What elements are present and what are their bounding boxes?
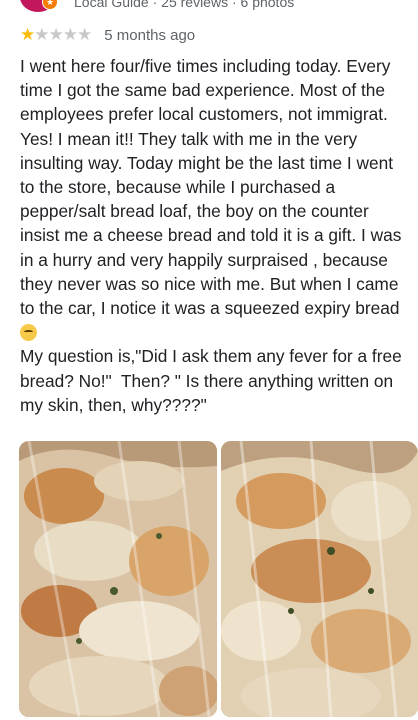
bread-photo-2-image — [221, 441, 418, 717]
review-body: I went here four/five times including to… — [20, 56, 407, 319]
bread-photo-1-image — [19, 441, 217, 717]
bread-photo-2[interactable] — [221, 441, 418, 717]
review-photos — [19, 441, 418, 720]
rating-row: ★ ★ ★ ★ ★ 5 months ago — [20, 24, 195, 46]
star-badge-icon: ★ — [42, 0, 58, 10]
review-time: 5 months ago — [104, 26, 196, 44]
bread-photo-1[interactable] — [19, 441, 217, 717]
review-question: My question is,"Did I ask them any fever… — [20, 346, 407, 415]
star-filled-icon: ★ — [20, 25, 35, 44]
star-empty-icon: ★ — [77, 25, 92, 44]
worried-face-emoji — [20, 324, 37, 342]
star-empty-icon: ★ — [34, 25, 49, 44]
star-empty-icon: ★ — [48, 25, 64, 44]
review-text: I went here four/five times including to… — [20, 54, 412, 417]
reviewer-meta: Local Guide · 25 reviews · 6 photos — [74, 0, 295, 10]
star-empty-icon: ★ — [62, 25, 78, 44]
reviewer-header: ★ Local Guide · 25 reviews · 6 photos — [0, 0, 418, 14]
